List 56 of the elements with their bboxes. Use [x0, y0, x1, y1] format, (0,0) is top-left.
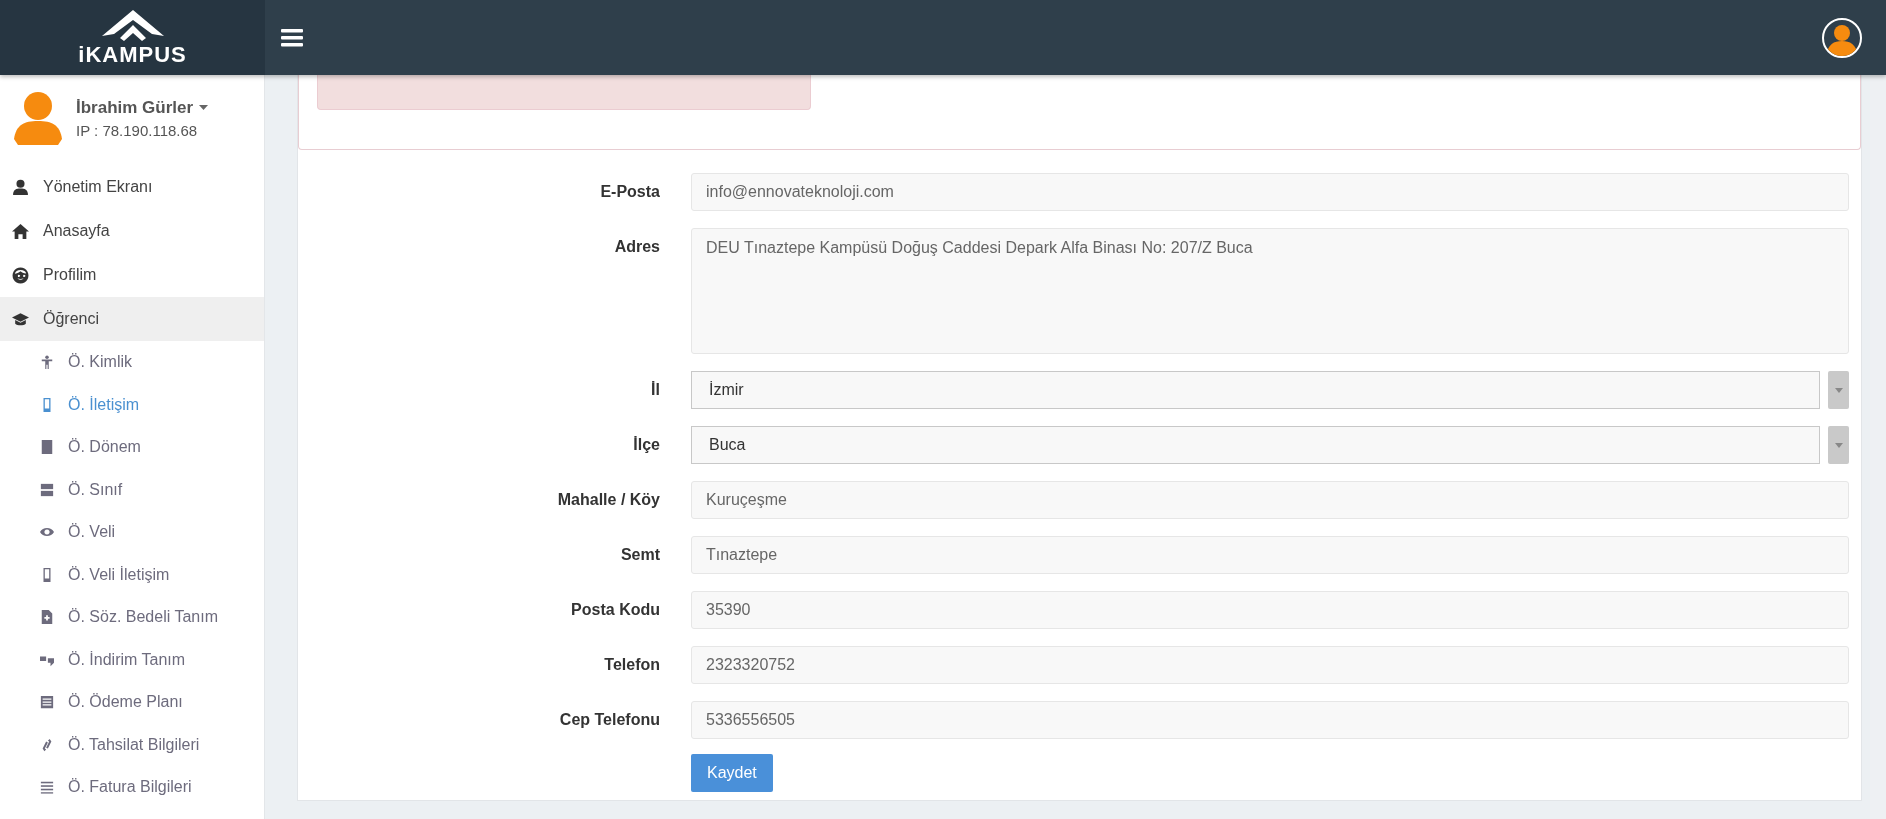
sidebar-subitem[interactable]: Ö. Söz. Bedeli Tanım [0, 596, 264, 639]
field-label: Semt [619, 545, 660, 565]
sidebar-subitem[interactable]: Ö. Kimlik [0, 341, 264, 384]
brand-name: iKAMPUS [78, 43, 187, 66]
field-label: Adres [613, 237, 660, 257]
ip-address: IP : 78.190.118.68 [76, 121, 199, 139]
accessibility-icon [40, 355, 54, 370]
graduation-cap-icon [12, 310, 29, 328]
sidebar-subitem[interactable]: Ö. Tahsilat Bilgileri [0, 723, 264, 766]
user-avatar-icon [14, 91, 62, 145]
input-field[interactable]: Tınaztepe [691, 536, 1849, 574]
field-label: İlçe [632, 435, 660, 455]
sidebar-subitem[interactable]: Ö. Ödeme Planı [0, 681, 264, 724]
input-field[interactable]: 2323320752 [691, 646, 1849, 684]
book-icon [40, 440, 54, 455]
input-field[interactable]: info@ennovateknoloji.com [691, 173, 1849, 211]
save-button[interactable]: Kaydet [691, 754, 773, 792]
server-icon [40, 482, 54, 497]
field-label: Cep Telefonu [558, 710, 660, 730]
field-label: Posta Kodu [570, 600, 660, 620]
select-field[interactable]: Buca [691, 426, 1820, 464]
caret-down-icon [1834, 387, 1843, 393]
lines-icon [40, 780, 54, 795]
smiley-face-icon [12, 266, 29, 284]
field-label: E-Posta [599, 182, 660, 202]
sidebar-item[interactable]: Profilim [0, 253, 264, 297]
caret-down-icon [1834, 442, 1843, 448]
sidebar-subitem[interactable]: Ö. Veli İletişim [0, 553, 264, 596]
user-avatar-button[interactable] [1822, 17, 1862, 58]
logo-icon [101, 9, 164, 44]
list-icon [40, 695, 54, 710]
sidebar-subitem[interactable]: Ö. İndirim Tanım [0, 638, 264, 681]
caret-icon[interactable] [199, 105, 209, 110]
sidebar-subitem[interactable]: Ö. Fatura Bilgileri [0, 766, 264, 809]
brand-logo[interactable]: iKAMPUS [0, 0, 265, 75]
input-field[interactable]: Kuruçeşme [691, 481, 1849, 519]
sidebar-item[interactable]: Yönetim Ekranı [0, 165, 264, 209]
sidebar-item[interactable]: Anasayfa [0, 209, 264, 253]
menu-icon[interactable] [281, 28, 303, 47]
sidebar-subitem[interactable]: Ö. Veli [0, 511, 264, 554]
home-icon [12, 222, 29, 240]
sidebar-subitem[interactable]: Ö. İletişim [0, 383, 264, 426]
user-name[interactable]: İbrahim Gürler [76, 97, 194, 118]
field-label: Telefon [603, 655, 660, 675]
address-textarea[interactable]: DEU Tınaztepe Kampüsü Doğuş Caddesi Depark Alfa Binası No: 207/Z Buca [691, 228, 1849, 354]
sidebar-subitem[interactable]: Ö. Sınıf [0, 468, 264, 511]
select-field[interactable]: İzmir [691, 371, 1820, 409]
sidebar-subitem[interactable]: Ö. Dönem [0, 426, 264, 469]
link-icon [40, 737, 54, 752]
field-label: İl [650, 380, 660, 400]
input-field[interactable]: 5336556505 [691, 701, 1849, 739]
field-label: Mahalle / Köy [556, 490, 660, 510]
sidebar-item[interactable]: Öğrenci [0, 297, 264, 341]
person-icon [12, 178, 29, 196]
input-field[interactable]: 35390 [691, 591, 1849, 629]
document-plus-icon [40, 610, 54, 625]
